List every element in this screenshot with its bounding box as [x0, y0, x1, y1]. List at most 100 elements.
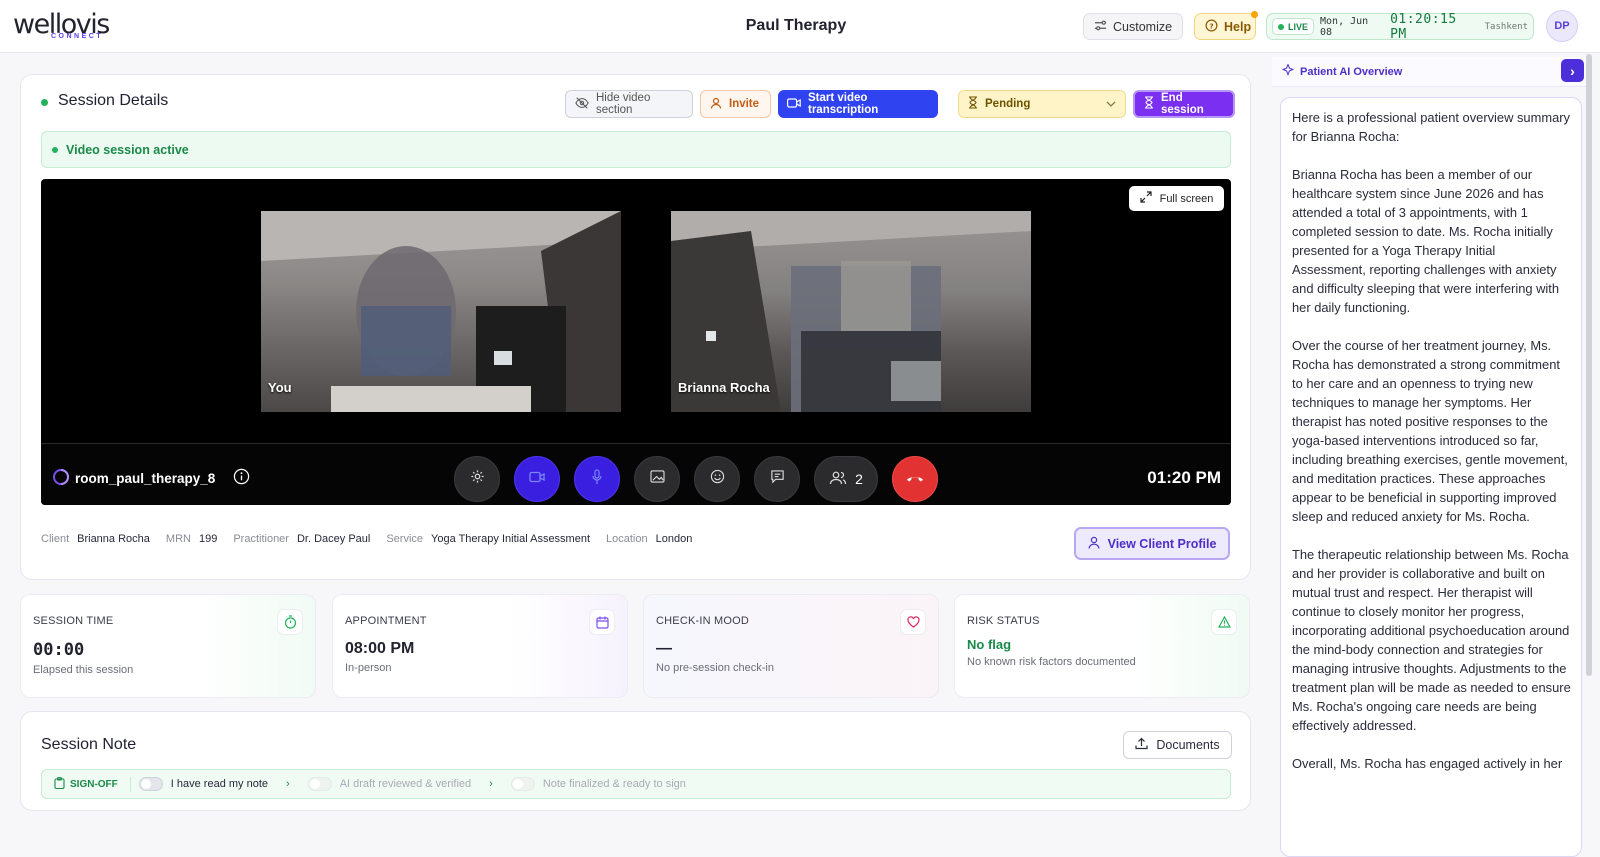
screen-share-button[interactable]: [634, 456, 680, 502]
clock-date: Mon, Jun 08: [1320, 15, 1369, 38]
clipboard-icon: [54, 776, 65, 792]
invite-button[interactable]: Invite: [700, 90, 771, 118]
microphone-toggle-button[interactable]: [574, 456, 620, 502]
video-feed-self[interactable]: You: [261, 211, 621, 412]
room-name: room_paul_therapy_8: [75, 470, 216, 486]
ai-paragraph: Over the course of her treatment journey…: [1292, 338, 1568, 524]
video-active-banner: Video session active: [41, 131, 1231, 168]
end-session-label: End session: [1161, 92, 1204, 116]
stat-card-session-time: SESSION TIME 00:00 Elapsed this session: [20, 594, 316, 698]
camera-scene-image: [261, 211, 621, 412]
signoff-bar: SIGN-OFF I have read my note › AI draft …: [41, 769, 1231, 799]
read-note-toggle[interactable]: [138, 777, 163, 791]
help-button[interactable]: ? Help: [1194, 11, 1258, 40]
eye-off-icon: [575, 96, 589, 112]
hourglass-icon: [1144, 96, 1154, 112]
customize-label: Customize: [1113, 19, 1173, 34]
phone-hangup-icon: [905, 470, 925, 488]
brand-swirl-icon: [53, 468, 69, 488]
feed-label-client: Brianna Rocha: [678, 380, 770, 395]
collapse-panel-button[interactable]: ›: [1561, 59, 1584, 82]
ai-paragraph: Brianna Rocha has been a member of our h…: [1292, 167, 1560, 315]
user-avatar[interactable]: DP: [1546, 10, 1578, 42]
session-meta-row: Client Brianna Rocha MRN 199 Practitioner D…: [41, 533, 700, 545]
warning-icon: [1211, 609, 1237, 635]
sliders-icon: [1094, 19, 1107, 35]
camera-toggle-button[interactable]: [514, 456, 560, 502]
hourglass-icon: [968, 96, 978, 112]
page-scrollbar[interactable]: [1586, 54, 1592, 676]
call-control-bar: room_paul_therapy_8 2 01:20 PM: [41, 443, 1231, 505]
status-value: Pending: [985, 98, 1031, 110]
invite-label: Invite: [729, 98, 760, 110]
svg-text:?: ?: [1209, 21, 1213, 30]
view-client-profile-button[interactable]: View Client Profile: [1074, 527, 1230, 560]
session-title: Session Details: [58, 92, 169, 109]
ai-overview-header: Patient AI Overview ›: [1272, 57, 1592, 87]
meta-mrn-value: 199: [198, 533, 218, 545]
banner-dot: [52, 146, 58, 153]
clock-time: 01:20:15 PM: [1390, 11, 1457, 42]
meta-client-value: Brianna Rocha: [77, 533, 150, 545]
user-icon: [710, 97, 722, 112]
stopwatch-icon: [277, 609, 303, 635]
room-info: room_paul_therapy_8: [53, 468, 250, 488]
meta-practitioner-value: Dr. Dacey Paul: [296, 533, 371, 545]
meta-client-key: Client: [41, 533, 70, 545]
clock-timezone: Tashkent: [1484, 21, 1528, 32]
participants-button[interactable]: 2: [814, 456, 878, 502]
view-client-profile-label: View Client Profile: [1107, 536, 1217, 551]
documents-button[interactable]: Documents: [1123, 731, 1232, 759]
signoff-step-finalized: Note finalized & ready to sign: [542, 778, 686, 790]
chevron-right-icon: ›: [489, 778, 493, 790]
signoff-label: SIGN-OFF: [70, 778, 118, 790]
participants-count: 2: [855, 471, 863, 487]
ai-paragraph: Here is a professional patient overview …: [1292, 110, 1570, 144]
stat-card-label: SESSION TIME: [33, 615, 114, 627]
video-camera-icon: [529, 470, 545, 488]
chevron-down-icon: [1106, 98, 1116, 110]
video-stage: Full screen You Brianna Rocha room_paul_…: [41, 179, 1231, 505]
stat-card-subtext: No pre-session check-in: [656, 662, 774, 674]
transcription-label: Start video transcription: [808, 92, 879, 116]
stat-card-appointment: APPOINTMENT 08:00 PM In-person: [332, 594, 628, 698]
notification-dot: [1251, 11, 1258, 18]
live-badge: LIVE: [1272, 18, 1315, 35]
meta-location-value: London: [655, 533, 693, 545]
session-note-title: Session Note: [41, 736, 137, 753]
sparkle-icon: [1281, 63, 1295, 79]
finalized-toggle[interactable]: [510, 777, 535, 791]
help-label: Help: [1224, 19, 1252, 34]
customize-button[interactable]: Customize: [1083, 13, 1183, 40]
hang-up-button[interactable]: [892, 456, 938, 502]
users-icon: [829, 471, 847, 488]
stat-card-label: CHECK-IN MOOD: [656, 615, 750, 627]
heart-icon: [900, 609, 926, 635]
patient-ai-overview-panel: Patient AI Overview › Here is a professi…: [1272, 57, 1592, 857]
settings-button[interactable]: [454, 456, 500, 502]
ai-overview-content: Here is a professional patient overview …: [1280, 97, 1582, 857]
stat-card-label: APPOINTMENT: [345, 615, 427, 627]
chat-button[interactable]: [754, 456, 800, 502]
start-transcription-button[interactable]: Start video transcription: [778, 90, 938, 118]
top-header: wellovis CONNECT Paul Therapy Customize …: [0, 0, 1600, 53]
fullscreen-button[interactable]: Full screen: [1129, 186, 1224, 211]
calendar-icon: [589, 609, 615, 635]
end-session-button[interactable]: End session: [1133, 90, 1235, 118]
reactions-button[interactable]: [694, 456, 740, 502]
live-clock: LIVE Mon, Jun 08 01:20:15 PM Tashkent: [1266, 11, 1534, 42]
signoff-tag: SIGN-OFF: [54, 776, 131, 792]
meta-service-value: Yoga Therapy Initial Assessment: [431, 533, 591, 545]
session-status-select[interactable]: Pending: [958, 90, 1126, 118]
stat-card-value: —: [656, 640, 672, 657]
video-feed-client[interactable]: Brianna Rocha: [671, 211, 1031, 412]
stat-card-value: 08:00 PM: [345, 640, 415, 657]
fullscreen-label: Full screen: [1159, 192, 1214, 205]
ai-draft-toggle[interactable]: [307, 777, 332, 791]
expand-icon: [1139, 191, 1152, 206]
ai-paragraph: Overall, Ms. Rocha has engaged actively …: [1292, 756, 1563, 771]
hide-video-label: Hide video section: [596, 92, 651, 116]
hide-video-button[interactable]: Hide video section: [565, 90, 693, 118]
gear-icon: [470, 469, 485, 489]
info-icon[interactable]: [233, 468, 250, 488]
